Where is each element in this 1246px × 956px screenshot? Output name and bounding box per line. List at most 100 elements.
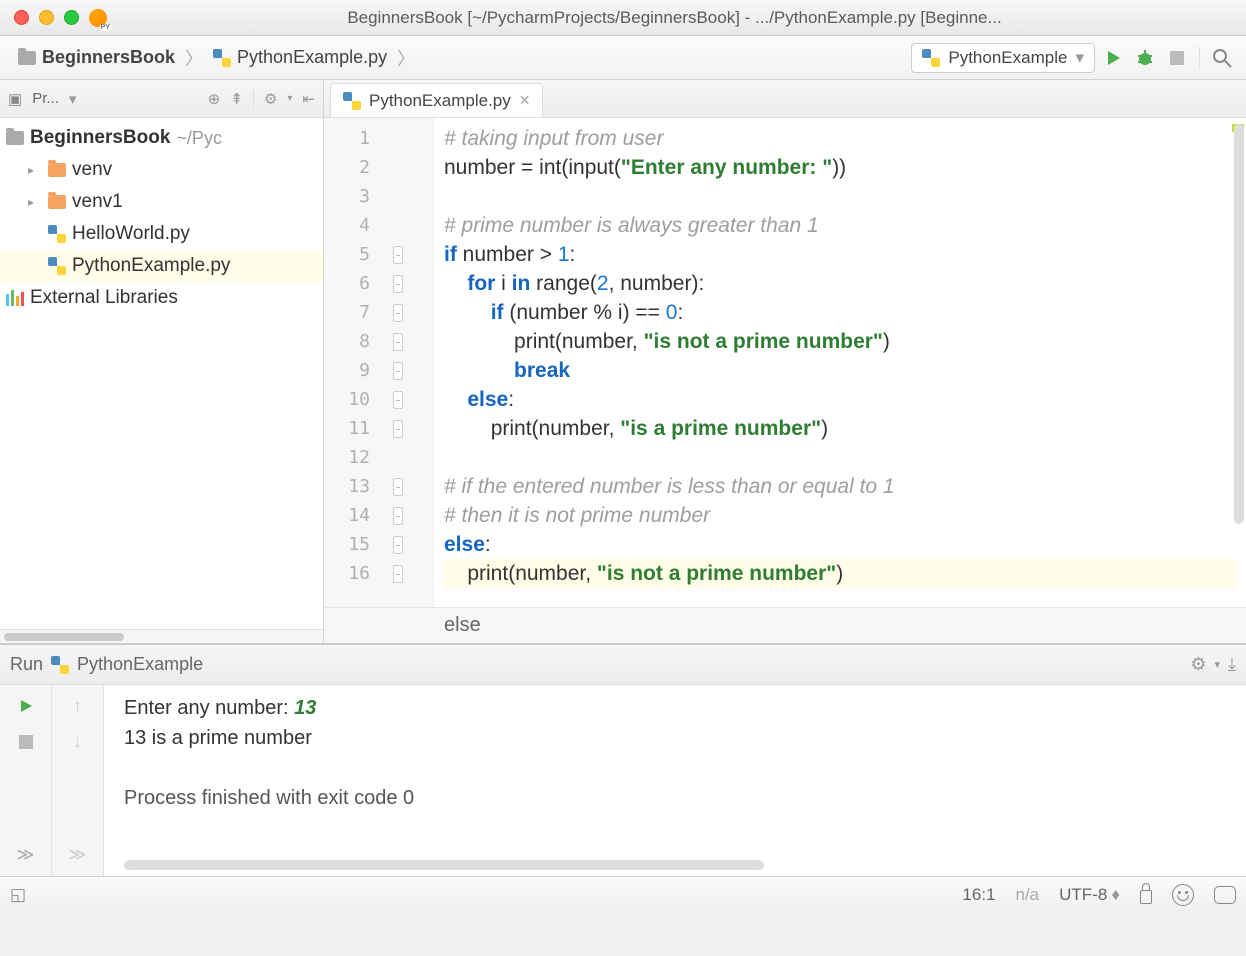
folder-icon: [18, 51, 36, 65]
code-line[interactable]: print(number, "is not a prime number"): [444, 559, 1236, 588]
gear-icon[interactable]: ⚙: [264, 90, 277, 108]
notifications-icon[interactable]: [1214, 886, 1236, 904]
line-number: 13: [332, 476, 370, 497]
console-prompt: Enter any number:: [124, 697, 294, 719]
minimize-window-button[interactable]: [39, 10, 54, 25]
hide-icon[interactable]: ⇤: [302, 90, 315, 108]
code-line[interactable]: break: [444, 356, 1236, 385]
fold-icon[interactable]: [393, 507, 403, 525]
fold-icon[interactable]: [393, 304, 403, 322]
up-button[interactable]: ↑: [67, 695, 89, 717]
line-number: 11: [332, 418, 370, 439]
project-pane-title[interactable]: Pr...: [32, 90, 59, 107]
code-line[interactable]: print(number, "is not a prime number"): [444, 327, 1236, 356]
more-button[interactable]: ≫: [15, 844, 37, 866]
line-number: 16: [332, 563, 370, 584]
run-config-selector[interactable]: PythonExample ▾: [911, 43, 1095, 73]
tree-item[interactable]: ▸venv1: [0, 186, 323, 218]
line-separator[interactable]: n/a: [1016, 885, 1040, 905]
code-line[interactable]: if number > 1:: [444, 240, 1236, 269]
tree-item[interactable]: HelloWorld.py: [0, 218, 323, 250]
gear-icon[interactable]: ⚙: [1190, 654, 1206, 675]
console-scrollbar[interactable]: [124, 860, 764, 870]
line-number: 10: [332, 389, 370, 410]
expand-icon[interactable]: ▸: [28, 195, 42, 209]
external-libraries[interactable]: External Libraries: [0, 282, 323, 314]
fold-icon[interactable]: [393, 565, 403, 583]
chevron-right-icon: 〉: [183, 45, 205, 71]
line-number: 3: [332, 186, 370, 207]
line-gutter: 12345678910111213141516: [324, 118, 434, 607]
editor-scrollbar[interactable]: [1234, 124, 1244, 524]
editor-tabs: PythonExample.py ✕: [324, 80, 1246, 118]
fold-icon[interactable]: [393, 333, 403, 351]
download-icon[interactable]: ⤓: [1228, 654, 1236, 675]
fold-icon[interactable]: [393, 391, 403, 409]
more-button[interactable]: ≫: [67, 844, 89, 866]
python-file-icon: [48, 225, 66, 243]
close-tab-icon[interactable]: ✕: [519, 92, 531, 109]
tree-item-label: venv: [72, 159, 112, 181]
expand-icon[interactable]: ▸: [28, 163, 42, 177]
breadcrumb-context: else: [324, 607, 1246, 643]
tree-root[interactable]: BeginnersBook ~/Pyc: [0, 122, 323, 154]
file-encoding[interactable]: UTF-8♦: [1059, 885, 1120, 905]
collapse-icon[interactable]: ⇞: [230, 90, 243, 108]
code-line[interactable]: # if the entered number is less than or …: [444, 472, 1236, 501]
run-tab-label[interactable]: Run: [10, 654, 43, 675]
code-line[interactable]: [444, 443, 1236, 472]
sidebar-scrollbar[interactable]: [0, 629, 323, 643]
maximize-window-button[interactable]: [64, 10, 79, 25]
code-line[interactable]: [444, 182, 1236, 211]
editor-tab[interactable]: PythonExample.py ✕: [330, 83, 543, 117]
code-line[interactable]: number = int(input("Enter any number: ")…: [444, 153, 1236, 182]
down-button[interactable]: ↓: [67, 731, 89, 753]
stop-run-button[interactable]: [15, 731, 37, 753]
debug-button[interactable]: [1131, 44, 1159, 72]
code-line[interactable]: else:: [444, 530, 1236, 559]
code-line[interactable]: if (number % i) == 0:: [444, 298, 1236, 327]
code-line[interactable]: for i in range(2, number):: [444, 269, 1236, 298]
app-icon: [89, 9, 107, 27]
tree-item[interactable]: PythonExample.py: [0, 250, 323, 282]
readonly-lock-icon[interactable]: [1140, 886, 1152, 904]
stop-button[interactable]: [1163, 44, 1191, 72]
project-sidebar: ▣ Pr... ▾ ⊕ ⇞ ⚙ ▾ ⇤ BeginnersBook ~/Pyc …: [0, 80, 324, 643]
rerun-button[interactable]: [15, 695, 37, 717]
cursor-position[interactable]: 16:1: [962, 885, 995, 905]
search-button[interactable]: [1208, 44, 1236, 72]
code-line[interactable]: # taking input from user: [444, 124, 1236, 153]
breadcrumb-file[interactable]: PythonExample.py: [205, 45, 395, 70]
breadcrumb: BeginnersBook 〉 PythonExample.py 〉: [10, 45, 907, 71]
tool-windows-icon[interactable]: ◱: [10, 885, 26, 905]
fold-icon[interactable]: [393, 478, 403, 496]
python-file-icon: [213, 49, 231, 67]
fold-icon[interactable]: [393, 420, 403, 438]
inspection-icon[interactable]: [1172, 884, 1194, 906]
code-line[interactable]: else:: [444, 385, 1236, 414]
code-line[interactable]: # prime number is always greater than 1: [444, 211, 1236, 240]
target-icon[interactable]: ⊕: [208, 90, 221, 108]
line-number: 14: [332, 505, 370, 526]
fold-icon[interactable]: [393, 362, 403, 380]
run-button[interactable]: [1099, 44, 1127, 72]
console-output[interactable]: Enter any number: 13 13 is a prime numbe…: [104, 685, 1246, 876]
console-user-input: 13: [294, 697, 316, 719]
traffic-lights: [14, 10, 79, 25]
code-line[interactable]: # then it is not prime number: [444, 501, 1236, 530]
run-config-name: PythonExample: [77, 654, 203, 675]
code-line[interactable]: print(number, "is a prime number"): [444, 414, 1236, 443]
status-bar: ◱ 16:1 n/a UTF-8♦: [0, 876, 1246, 912]
run-header: Run PythonExample ⚙ ▾ ⤓: [0, 645, 1246, 685]
folder-icon: [48, 163, 66, 177]
tree-item-label: HelloWorld.py: [72, 223, 190, 245]
breadcrumb-project[interactable]: BeginnersBook: [10, 45, 183, 70]
close-window-button[interactable]: [14, 10, 29, 25]
fold-icon[interactable]: [393, 246, 403, 264]
folder-icon: [6, 131, 24, 145]
fold-icon[interactable]: [393, 536, 403, 554]
fold-icon[interactable]: [393, 275, 403, 293]
code-editor[interactable]: 12345678910111213141516 # taking input f…: [324, 118, 1246, 607]
run-tool-window: Run PythonExample ⚙ ▾ ⤓ ≫ ↑ ↓ ≫ Enter an…: [0, 644, 1246, 876]
tree-item[interactable]: ▸ venv: [0, 154, 323, 186]
